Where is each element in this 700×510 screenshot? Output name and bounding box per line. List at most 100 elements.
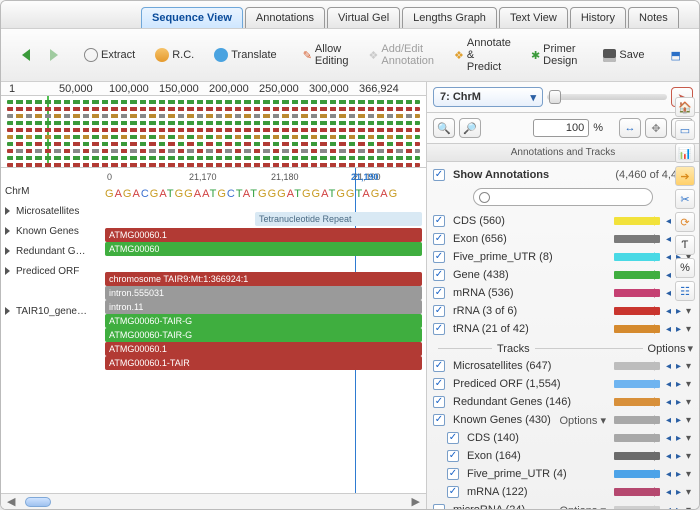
add-annotation-button[interactable]: ❖Add/Edit Annotation: [362, 40, 441, 70]
checkbox[interactable]: [447, 468, 459, 480]
track-row[interactable]: microRNA (24)Options ▾◂▸▾: [433, 501, 693, 509]
tab-text-view[interactable]: Text View: [499, 7, 568, 28]
prev-button[interactable]: ◂: [664, 470, 673, 479]
prev-button[interactable]: ◂: [664, 217, 673, 226]
annotation-row[interactable]: tRNA (21 of 42)◂▸▾: [433, 320, 693, 338]
fit-width-button[interactable]: ↔: [619, 118, 641, 138]
next-button[interactable]: ▸: [674, 380, 683, 389]
search-input[interactable]: [473, 188, 653, 206]
menu-button[interactable]: ▾: [684, 506, 693, 510]
track-label[interactable]: Microsatellites: [5, 206, 79, 217]
rc-button[interactable]: R.C.: [148, 45, 201, 65]
track-row[interactable]: Redundant Genes (146)◂▸▾: [433, 393, 693, 411]
annotation-row[interactable]: Exon (164)◂▸▾: [433, 447, 693, 465]
prev-button[interactable]: ◂: [664, 362, 673, 371]
menu-button[interactable]: ▾: [684, 434, 693, 443]
next-button[interactable]: ▸: [674, 398, 683, 407]
tab-annotations[interactable]: Annotations: [245, 7, 325, 28]
checkbox[interactable]: [433, 396, 445, 408]
prev-button[interactable]: ◂: [664, 307, 673, 316]
prev-button[interactable]: ◂: [664, 398, 673, 407]
help-button[interactable]: ?: [694, 46, 700, 65]
track-label[interactable]: Known Genes: [5, 226, 79, 237]
annotation-bar[interactable]: ATMG00060.1: [105, 342, 422, 356]
checkbox[interactable]: [433, 378, 445, 390]
annotation-row[interactable]: Exon (656)◂▸▾: [433, 230, 693, 248]
next-button[interactable]: ▸: [674, 362, 683, 371]
next-button[interactable]: ▸: [674, 470, 683, 479]
tab-history[interactable]: History: [570, 7, 626, 28]
annotation-row[interactable]: Gene (438)◂▸▾: [433, 266, 693, 284]
annotation-row[interactable]: rRNA (3 of 6)◂▸▾: [433, 302, 693, 320]
chromosome-select[interactable]: 7: ChrM▾: [433, 87, 543, 107]
show-annotations-row[interactable]: Show Annotations (4,460 of 4,484): [433, 166, 693, 184]
sequence-view[interactable]: 021,17021,18021,19021,190GAGACGATGGAATGC…: [1, 168, 426, 493]
next-button[interactable]: ▸: [674, 488, 683, 497]
track-row[interactable]: Prediced ORF (1,554)◂▸▾: [433, 375, 693, 393]
prev-button[interactable]: ◂: [664, 289, 673, 298]
checkbox[interactable]: [433, 269, 445, 281]
rail-text-button[interactable]: Ƭ: [675, 235, 695, 255]
checkbox[interactable]: [433, 251, 445, 263]
prev-button[interactable]: ◂: [664, 253, 673, 262]
annotation-bar[interactable]: ATMG00060-TAIR-G: [105, 328, 422, 342]
annotation-row[interactable]: CDS (140)◂▸▾: [433, 429, 693, 447]
tab-lengths-graph[interactable]: Lengths Graph: [402, 7, 497, 28]
chevron-down-icon[interactable]: ▾: [687, 342, 693, 355]
prev-button[interactable]: ◂: [664, 416, 673, 425]
prev-button[interactable]: ◂: [664, 506, 673, 510]
options-label[interactable]: Options: [648, 343, 686, 355]
menu-button[interactable]: ▾: [684, 470, 693, 479]
checkbox[interactable]: [433, 305, 445, 317]
track-row[interactable]: Known Genes (430)Options ▾◂▸▾: [433, 411, 693, 429]
track-label[interactable]: Redundant G…: [5, 246, 86, 257]
rail-info-button[interactable]: ▭: [675, 120, 695, 140]
menu-button[interactable]: ▾: [684, 452, 693, 461]
save-button[interactable]: Save: [596, 46, 651, 65]
tab-notes[interactable]: Notes: [628, 7, 679, 28]
annotation-row[interactable]: mRNA (122)◂▸▾: [433, 483, 693, 501]
track-label[interactable]: ChrM: [5, 186, 29, 197]
menu-button[interactable]: ▾: [684, 325, 693, 334]
menu-button[interactable]: ▾: [684, 398, 693, 407]
tab-virtual-gel[interactable]: Virtual Gel: [327, 7, 400, 28]
track-row[interactable]: Microsatellites (647)◂▸▾: [433, 357, 693, 375]
annotation-bar[interactable]: intron.11: [105, 300, 422, 314]
annotation-bar[interactable]: ATMG00060: [105, 242, 422, 256]
rail-refresh-button[interactable]: ⟳: [675, 212, 695, 232]
allow-editing-button[interactable]: ✎Allow Editing: [296, 40, 356, 70]
extract-button[interactable]: Extract: [77, 45, 142, 65]
annotation-bar[interactable]: ATMG00060-TAIR-G: [105, 314, 422, 328]
next-button[interactable]: ▸: [674, 452, 683, 461]
fit-sel-button[interactable]: ✥: [645, 118, 667, 138]
slider-thumb[interactable]: [549, 90, 561, 104]
annotation-bar[interactable]: Tetranucleotide Repeat: [255, 212, 422, 226]
rail-percent-button[interactable]: %: [675, 258, 695, 278]
options-label[interactable]: Options ▾: [560, 504, 607, 510]
options-label[interactable]: Options ▾: [560, 414, 607, 427]
next-button[interactable]: ▸: [674, 506, 683, 510]
rail-annotations-button[interactable]: ➔: [675, 166, 695, 186]
checkbox[interactable]: [433, 215, 445, 227]
track-label[interactable]: Prediced ORF: [5, 266, 79, 277]
next-button[interactable]: ▸: [674, 416, 683, 425]
checkbox[interactable]: [433, 504, 445, 509]
scrollbar-thumb[interactable]: [25, 497, 51, 507]
checkbox[interactable]: [433, 287, 445, 299]
nav-back-button[interactable]: [9, 46, 37, 64]
checkbox[interactable]: [433, 360, 445, 372]
annotation-bar[interactable]: intron.555031: [105, 286, 422, 300]
menu-button[interactable]: ▾: [684, 380, 693, 389]
expand-right-button[interactable]: ⬒: [663, 46, 687, 65]
annotate-predict-button[interactable]: ❖Annotate & Predict: [447, 34, 518, 76]
rail-stats-button[interactable]: 📊: [675, 143, 695, 163]
annotation-row[interactable]: Five_prime_UTR (4)◂▸▾: [433, 465, 693, 483]
checkbox[interactable]: [447, 432, 459, 444]
primer-button[interactable]: ✱Primer Design: [524, 40, 584, 70]
translate-button[interactable]: Translate: [207, 45, 283, 65]
show-annotations-checkbox[interactable]: [433, 169, 445, 181]
rail-layers-button[interactable]: ☷: [675, 281, 695, 301]
zoom-input[interactable]: 100: [533, 119, 589, 137]
prev-button[interactable]: ◂: [664, 488, 673, 497]
rail-restriction-button[interactable]: ✂: [675, 189, 695, 209]
